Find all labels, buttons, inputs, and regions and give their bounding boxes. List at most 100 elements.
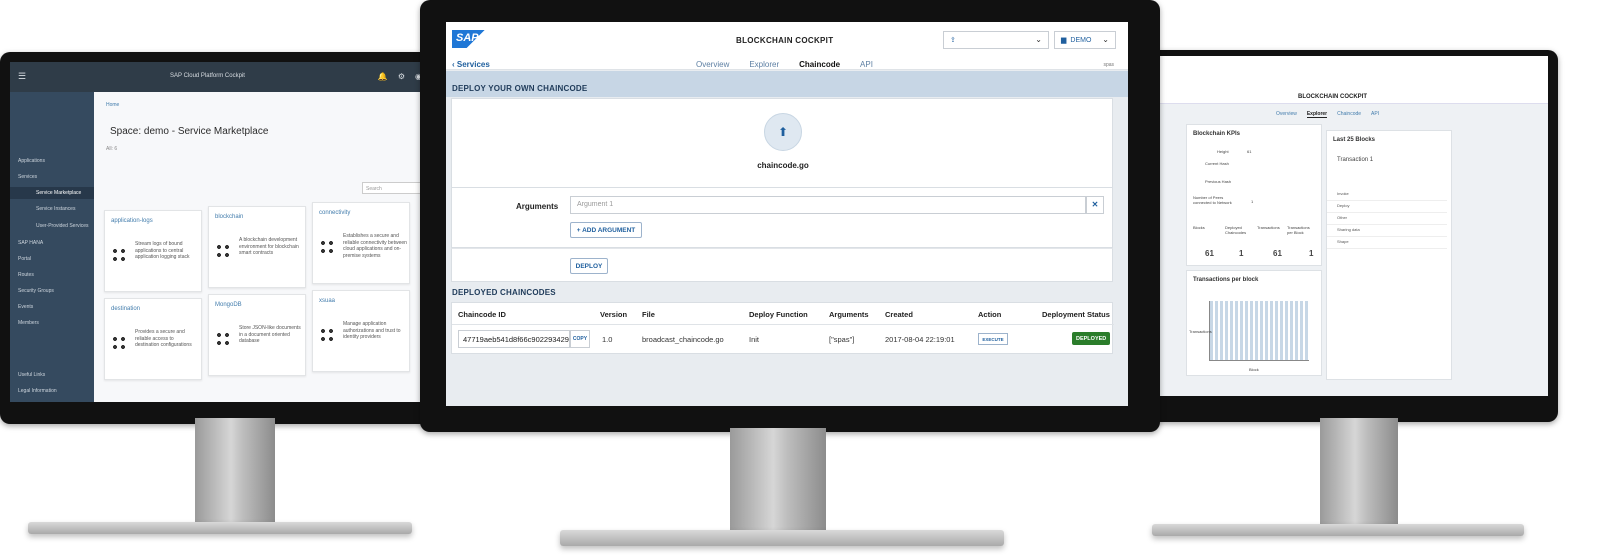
center-monitor-foot [560,530,1004,546]
tab-chaincode[interactable]: Chaincode [1337,111,1361,118]
breadcrumb-home[interactable]: Home [106,102,119,108]
sidebar-item-routes[interactable]: Routes [18,272,34,278]
list-item[interactable]: Shape [1327,239,1447,249]
stat-label: Deployed Chaincodes [1225,225,1247,235]
last-blocks-title: Last 25 Blocks [1333,137,1376,143]
sidebar-item-label: Security Groups [18,288,54,294]
list-item[interactable]: Sharing data [1327,227,1447,237]
node-select[interactable]: ⇪ ⌄ [943,31,1049,49]
space-select[interactable]: ▆ DEMO ⌄ [1054,31,1116,49]
transaction-item[interactable]: Transaction 1 [1337,157,1373,163]
center-monitor-neck [730,428,826,534]
clear-argument-button[interactable]: ✕ [1086,196,1104,214]
chaincode-id-field[interactable]: 47719aeb541d8f66c902293429 [458,330,570,348]
sidebar-item-label: Routes [18,272,34,278]
column-header: File [642,310,655,319]
execute-button[interactable]: EXECUTE [978,333,1008,345]
sidebar-sub-instances[interactable]: Service Instances [36,206,75,212]
sidebar-legal-information[interactable]: Legal Information [18,388,57,394]
tile-title: destination [111,306,141,312]
created-cell: 2017-08-04 22:19:01 [885,335,955,344]
column-header: Action [978,310,1002,319]
kpi-value: 61 [1247,149,1252,154]
tile-title: MongoDB [215,302,242,308]
stat-label: Transactions per Block [1287,225,1310,235]
sidebar-item-applications[interactable]: Applications [18,158,45,164]
upload-chaincode-button[interactable]: ⬆ [764,113,802,151]
sidebar-item-hana[interactable]: SAP HANA [18,240,43,246]
sidebar-useful-links[interactable]: Useful Links [18,372,45,378]
right-monitor-foot [1152,524,1524,536]
list-item[interactable]: Deploy [1327,203,1447,213]
sidebar-item-security-groups[interactable]: Security Groups [18,288,54,294]
chevron-down-icon: ⌄ [1102,35,1109,44]
copy-button[interactable]: COPY [570,330,590,348]
chart-xlabel: Block [1249,367,1259,372]
back-link-label: Services [456,60,490,69]
service-tile-connectivity[interactable]: connectivity Establishes a secure and re… [312,202,410,284]
left-monitor-foot [28,522,412,534]
service-tile-application-logs[interactable]: application-logs Stream logs of bound ap… [104,210,202,292]
column-header: Created [885,310,913,319]
tile-title: connectivity [319,210,351,216]
upload-card: ⬆ chaincode.go [451,98,1113,188]
left-app-title: SAP Cloud Platform Cockpit [170,73,245,79]
chaincode-file-name: chaincode.go [757,161,809,170]
sidebar-item-members[interactable]: Members [18,320,39,326]
arguments-card: Arguments Argument 1 ✕ + ADD ARGUMENT [451,188,1113,248]
back-to-services-link[interactable]: ‹ Services [452,60,490,69]
service-tile-mongodb[interactable]: MongoDB Store JSON-like documents in a d… [208,294,306,376]
column-header: Deploy Function [749,310,808,319]
settings-icon[interactable]: ⚙ [398,72,405,81]
menu-icon[interactable]: ☰ [18,71,26,82]
chart-ylabel: Transactions [1189,329,1212,334]
sidebar-item-events[interactable]: Events [18,304,33,310]
stat-value: 61 [1273,249,1282,258]
kpi-label: Number of Peers connected to Network [1193,195,1232,205]
sidebar-sub-marketplace[interactable]: Service Marketplace [36,190,81,196]
bell-icon[interactable]: 🔔 [378,72,388,81]
folder-icon: ▆ [1061,37,1067,44]
stat-label: Blocks [1193,225,1205,230]
service-tile-blockchain[interactable]: blockchain A blockchain development envi… [208,206,306,288]
add-argument-button[interactable]: + ADD ARGUMENT [570,222,642,238]
sidebar-sub-user-provided[interactable]: User-Provided Services [36,223,89,229]
sidebar-item-label: Events [18,304,34,310]
table-row: 47719aeb541d8f66c902293429 COPY 1.0 broa… [452,325,1114,353]
kpi-panel: Blockchain KPIs Height 61 Current Hash P… [1186,124,1322,266]
list-item[interactable]: Other [1327,215,1447,225]
sidebar-item-services[interactable]: Services [18,174,37,180]
kpi-value: 1 [1251,199,1254,204]
tab-api[interactable]: API [1371,111,1379,118]
right-screen: BLOCKCHAIN COCKPIT Overview Explorer Cha… [1158,56,1548,396]
version-cell: 1.0 [602,335,613,344]
app-title: BLOCKCHAIN COCKPIT [736,36,834,45]
sidebar-item-label: Services [18,174,38,180]
sidebar-item-label: Members [18,320,39,326]
last-blocks-panel: Last 25 Blocks Transaction 1 Invoke Depl… [1326,130,1452,380]
list-item[interactable]: Invoke [1327,191,1447,201]
service-tile-xsuaa[interactable]: xsuaa Manage application authorizations … [312,290,410,372]
page-title: Space: demo - Service Marketplace [110,126,269,137]
argument-input[interactable]: Argument 1 [570,196,1086,214]
right-app-title: BLOCKCHAIN COCKPIT [1298,94,1367,100]
tab-explorer[interactable]: Explorer [1306,111,1328,118]
deploy-section-title: DEPLOY YOUR OWN CHAINCODE [452,84,588,93]
sidebar-item-label: Useful Links [18,372,46,378]
tab-overview[interactable]: Overview [1276,111,1297,118]
column-header: Deployment Status [1042,310,1110,319]
deploy-button[interactable]: DEPLOY [570,258,608,274]
sidebar-item-portal[interactable]: Portal [18,256,31,262]
search-input[interactable]: Search [362,182,424,194]
tile-description: Provides a secure and reliable access to… [135,329,192,348]
chevron-down-icon: ⌄ [1035,35,1042,44]
transactions-bars [1209,301,1309,361]
chart-title: Transactions per block [1193,277,1259,283]
sidebar-item-label: Applications [18,158,45,164]
right-monitor-neck [1320,418,1398,530]
file-cell: broadcast_chaincode.go [642,335,724,344]
service-tile-destination[interactable]: destination Provides a secure and reliab… [104,298,202,380]
tile-description: Manage application authorizations and tr… [343,321,401,340]
space-select-value: DEMO [1070,36,1092,44]
service-icon [319,327,335,343]
